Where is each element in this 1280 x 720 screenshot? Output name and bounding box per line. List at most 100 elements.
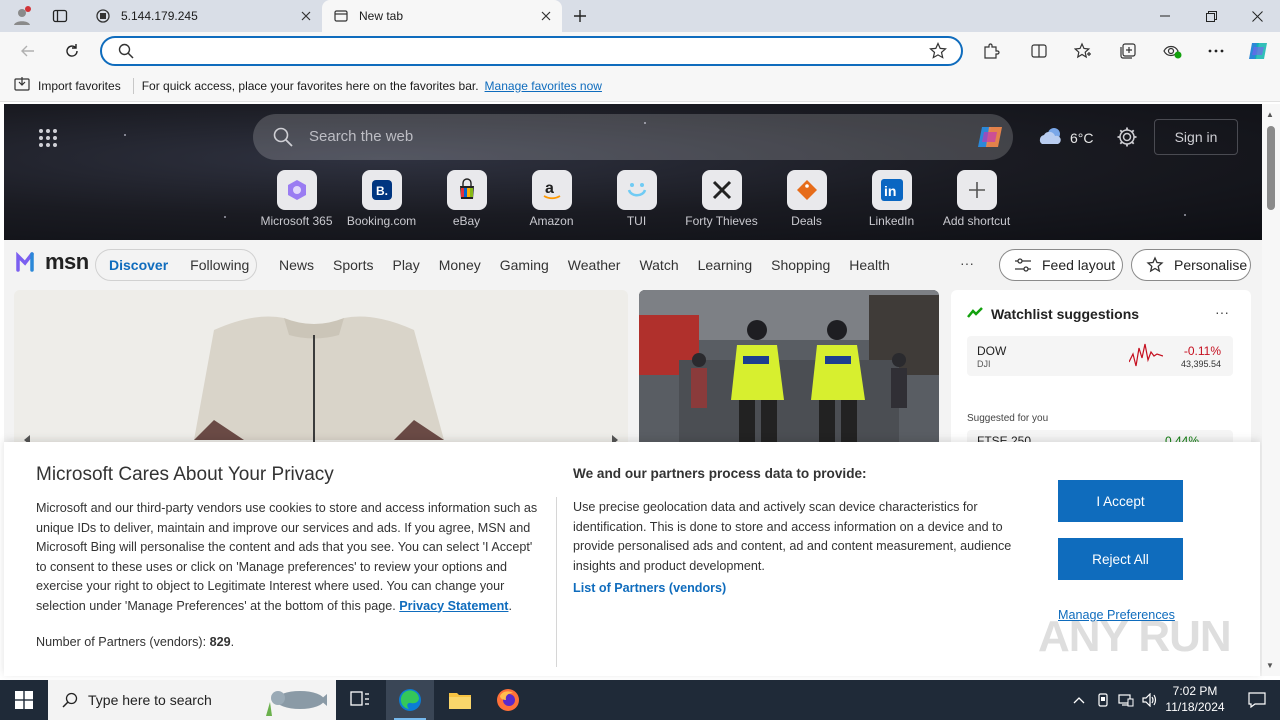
extensions-icon[interactable] — [977, 37, 1005, 65]
new-tab-button[interactable] — [568, 4, 592, 28]
collections-icon[interactable] — [1114, 37, 1142, 65]
nav-link-watch[interactable]: Watch — [639, 257, 678, 273]
task-view-icon[interactable] — [336, 680, 384, 720]
close-tab-icon[interactable] — [536, 6, 556, 26]
tab-following[interactable]: Following — [190, 257, 249, 273]
edge-taskbar-icon[interactable] — [386, 680, 434, 720]
scroll-thumb[interactable] — [1267, 126, 1275, 210]
amazon-icon: a — [531, 170, 572, 210]
file-explorer-icon[interactable] — [436, 680, 484, 720]
nav-link-shopping[interactable]: Shopping — [771, 257, 830, 273]
profile-icon[interactable] — [10, 4, 34, 28]
featured-card[interactable] — [14, 290, 628, 450]
watchlist-header: Watchlist suggestions — [967, 306, 1139, 322]
volume-icon[interactable] — [1139, 680, 1161, 720]
shortcuts-row: Microsoft 365 B. Booking.com eBay a Amaz… — [254, 170, 1019, 228]
accept-button[interactable]: I Accept — [1058, 480, 1183, 522]
feed-tabs: Discover Following — [95, 249, 257, 281]
privacy-body-text: Microsoft and our third-party vendors us… — [36, 501, 538, 613]
nav-link-news[interactable]: News — [279, 257, 314, 273]
tab-title: New tab — [359, 9, 404, 23]
scroll-down-icon[interactable]: ▼ — [1266, 661, 1274, 670]
msn-logo[interactable]: msn — [16, 249, 89, 275]
network-icon[interactable] — [1115, 680, 1137, 720]
restore-button[interactable] — [1188, 0, 1234, 32]
stock-row[interactable]: DOW DJI -0.11% 43,395.54 — [967, 336, 1233, 376]
close-tab-icon[interactable] — [296, 6, 316, 26]
swords-icon — [701, 170, 742, 210]
browser-essentials-icon[interactable] — [1158, 37, 1186, 65]
device-icon[interactable] — [1092, 680, 1114, 720]
minimize-button[interactable] — [1142, 0, 1188, 32]
favorites-icon[interactable] — [1069, 37, 1097, 65]
taskbar-search[interactable]: Type here to search — [48, 680, 336, 720]
partners-list-link[interactable]: List of Partners (vendors) — [573, 581, 726, 595]
stock-change: -0.11% — [1183, 344, 1221, 358]
copilot-icon[interactable] — [975, 122, 1005, 152]
firefox-icon[interactable] — [484, 680, 532, 720]
notification-center-icon[interactable] — [1234, 680, 1280, 720]
weather-temperature: 6°C — [1070, 129, 1094, 146]
tab-discover[interactable]: Discover — [109, 257, 168, 273]
windows-logo-icon — [15, 691, 33, 709]
feed-layout-label: Feed layout — [1042, 257, 1116, 273]
shortcut-deals[interactable]: Deals — [764, 170, 849, 228]
personalise-icon — [1146, 256, 1164, 274]
tab-newtab[interactable]: New tab — [322, 0, 562, 32]
import-favorites-button[interactable]: Import favorites — [14, 76, 121, 95]
scroll-up-icon[interactable]: ▲ — [1266, 110, 1274, 119]
watchlist-title: Watchlist suggestions — [991, 306, 1140, 322]
nav-link-gaming[interactable]: Gaming — [500, 257, 549, 273]
settings-more-icon[interactable] — [1202, 37, 1230, 65]
plus-icon — [956, 170, 997, 210]
favorite-star-icon[interactable] — [929, 42, 947, 63]
nav-link-money[interactable]: Money — [439, 257, 481, 273]
close-window-button[interactable] — [1234, 0, 1280, 32]
gear-icon[interactable] — [1116, 126, 1138, 148]
copilot-icon[interactable] — [1244, 37, 1272, 65]
app-launcher-icon[interactable] — [38, 128, 58, 148]
search-icon — [62, 692, 78, 708]
nav-link-sports[interactable]: Sports — [333, 257, 373, 273]
manage-favorites-link[interactable]: Manage favorites now — [485, 79, 602, 93]
nav-more-button[interactable]: ··· — [960, 255, 974, 271]
watchlist-more-button[interactable]: ··· — [1215, 304, 1229, 320]
shortcut-forty-thieves[interactable]: Forty Thieves — [679, 170, 764, 228]
start-button[interactable] — [0, 680, 48, 720]
tab-remote[interactable]: 5.144.179.245 — [84, 0, 322, 32]
feed-layout-button[interactable]: Feed layout — [999, 249, 1123, 281]
privacy-statement-link[interactable]: Privacy Statement — [399, 599, 508, 613]
tab-strip: 5.144.179.245 New tab — [0, 0, 1280, 32]
address-input[interactable] — [142, 41, 922, 61]
reject-all-button[interactable]: Reject All — [1058, 538, 1183, 580]
page-scrollbar[interactable]: ▲ ▼ — [1262, 104, 1280, 676]
shortcut-amazon[interactable]: a Amazon — [509, 170, 594, 228]
refresh-button[interactable] — [58, 37, 86, 65]
nav-link-weather[interactable]: Weather — [568, 257, 621, 273]
suggested-label: Suggested for you — [967, 413, 1049, 424]
address-bar[interactable] — [100, 36, 963, 66]
system-clock[interactable]: 7:02 PM 11/18/2024 — [1160, 683, 1230, 715]
shortcut-booking[interactable]: B. Booking.com — [339, 170, 424, 228]
shortcut-add[interactable]: Add shortcut — [934, 170, 1019, 228]
divider — [556, 497, 557, 667]
web-search-box[interactable]: Search the web — [253, 114, 1013, 160]
ebay-icon — [446, 170, 487, 210]
sign-in-button[interactable]: Sign in — [1154, 119, 1238, 155]
news-card[interactable] — [639, 290, 939, 450]
partners-label: Number of Partners (vendors): — [36, 635, 207, 649]
tab-actions-icon[interactable] — [48, 4, 72, 28]
nav-link-play[interactable]: Play — [392, 257, 419, 273]
shortcut-microsoft365[interactable]: Microsoft 365 — [254, 170, 339, 228]
personalise-button[interactable]: Personalise — [1131, 249, 1251, 281]
weather-widget[interactable]: 6°C — [1038, 126, 1094, 149]
split-screen-icon[interactable] — [1025, 37, 1053, 65]
back-button[interactable] — [14, 37, 42, 65]
tray-chevron-icon[interactable] — [1068, 680, 1090, 720]
windows-taskbar: Type here to search 7:02 PM 11/18/2024 — [0, 680, 1280, 720]
shortcut-tui[interactable]: TUI — [594, 170, 679, 228]
shortcut-linkedin[interactable]: in LinkedIn — [849, 170, 934, 228]
shortcut-ebay[interactable]: eBay — [424, 170, 509, 228]
nav-link-health[interactable]: Health — [849, 257, 889, 273]
nav-link-learning[interactable]: Learning — [698, 257, 753, 273]
